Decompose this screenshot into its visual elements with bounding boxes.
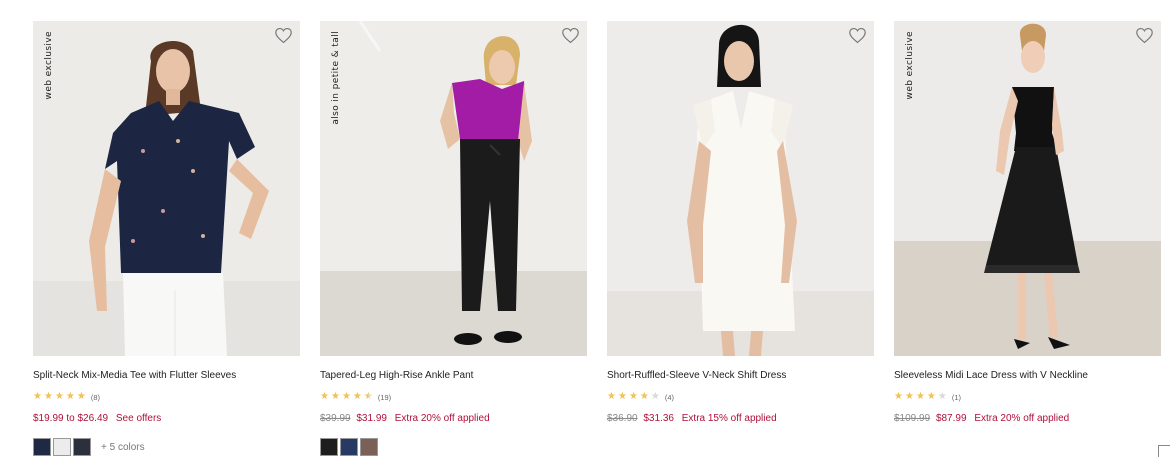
product-grid: web exclusive Split-Neck Mix-Media Tee w… <box>33 21 1161 456</box>
product-price: $19.99 to $26.49 See offers <box>33 413 300 425</box>
star-icon: ★ <box>352 391 362 402</box>
rating-stars: ★ ★ ★ ★ ★ <box>607 392 660 402</box>
sale-price: $87.99 <box>935 413 967 424</box>
sale-price: $31.36 <box>643 413 674 424</box>
review-count: (1) <box>951 392 962 402</box>
original-price: $109.99 <box>894 413 931 424</box>
product-rating: ★ ★ ★ ★ ★ (4) <box>607 392 874 402</box>
star-icon: ★ <box>65 391 75 402</box>
color-swatch[interactable] <box>33 438 51 456</box>
price-range-separator: to <box>66 413 75 424</box>
color-swatch[interactable] <box>320 438 338 456</box>
color-swatch[interactable] <box>360 438 378 456</box>
star-icon: ★ <box>54 391 64 402</box>
heart-outline-icon[interactable] <box>848 27 867 44</box>
badge-label: also in petite & tall <box>331 31 341 125</box>
original-price: $39.99 <box>320 413 351 424</box>
product-photo-pant <box>320 21 587 356</box>
product-name[interactable]: Split-Neck Mix-Media Tee with Flutter Sl… <box>33 370 300 382</box>
star-icon: ★ <box>320 391 329 402</box>
heart-outline-icon[interactable] <box>1135 27 1154 44</box>
color-swatches <box>320 438 587 456</box>
star-icon: ★ <box>894 391 903 402</box>
resize-corner <box>1158 445 1170 457</box>
product-rating: ★ ★ ★ ★ ★ (8) <box>33 392 300 402</box>
rating-stars: ★ ★ ★ ★ ★ <box>33 392 86 402</box>
product-name[interactable]: Short-Ruffled-Sleeve V-Neck Shift Dress <box>607 370 874 382</box>
star-empty-icon: ★ <box>937 391 947 402</box>
star-icon: ★ <box>341 391 351 402</box>
star-empty-icon: ★ <box>650 391 660 402</box>
review-count: (19) <box>377 392 392 402</box>
rating-stars: ★ ★ ★ ★ ★ <box>894 392 947 402</box>
promo-text[interactable]: Extra 20% off applied <box>974 413 1069 424</box>
star-icon: ★ <box>76 391 86 402</box>
product-price: $36.90 $31.36 Extra 15% off applied <box>607 413 874 425</box>
product-rating: ★ ★ ★ ★ ★ (19) <box>320 392 587 402</box>
sale-price: $31.99 <box>356 413 387 424</box>
see-offers-link[interactable]: See offers <box>116 413 161 424</box>
heart-outline-icon[interactable] <box>561 27 580 44</box>
product-image[interactable]: web exclusive <box>33 21 300 356</box>
star-icon: ★ <box>639 391 649 402</box>
product-card: Short-Ruffled-Sleeve V-Neck Shift Dress … <box>607 21 874 456</box>
promo-text[interactable]: Extra 15% off applied <box>682 413 777 424</box>
product-price: $109.99 $87.99 Extra 20% off applied <box>894 413 1161 425</box>
badge-label: web exclusive <box>905 31 915 100</box>
star-icon: ★ <box>926 391 936 402</box>
color-swatch[interactable] <box>340 438 358 456</box>
product-photo-blouse <box>33 21 300 356</box>
product-name[interactable]: Tapered-Leg High-Rise Ankle Pant <box>320 370 587 382</box>
star-icon: ★ <box>617 391 627 402</box>
product-name[interactable]: Sleeveless Midi Lace Dress with V Neckli… <box>894 370 1161 382</box>
original-price: $36.90 <box>607 413 638 424</box>
product-photo-lace-dress <box>894 21 1161 356</box>
product-image[interactable]: also in petite & tall <box>320 21 587 356</box>
star-icon: ★ <box>43 391 53 402</box>
star-half-icon: ★ <box>363 391 373 402</box>
promo-text[interactable]: Extra 20% off applied <box>395 413 490 424</box>
price-low: $19.99 <box>33 413 64 424</box>
product-price: $39.99 $31.99 Extra 20% off applied <box>320 413 587 425</box>
star-icon: ★ <box>915 391 925 402</box>
badge-label: web exclusive <box>44 31 54 100</box>
more-colors-link[interactable]: + 5 colors <box>101 442 145 453</box>
star-icon: ★ <box>330 391 340 402</box>
rating-stars: ★ ★ ★ ★ ★ <box>320 392 373 402</box>
star-icon: ★ <box>33 391 42 402</box>
color-swatch[interactable] <box>73 438 91 456</box>
product-card: web exclusive Sleeveless Midi Lace Dress… <box>894 21 1161 456</box>
product-image[interactable] <box>607 21 874 356</box>
color-swatches: + 5 colors <box>33 438 300 456</box>
color-swatch[interactable] <box>53 438 71 456</box>
heart-outline-icon[interactable] <box>274 27 293 44</box>
star-icon: ★ <box>628 391 638 402</box>
product-image[interactable]: web exclusive <box>894 21 1161 356</box>
star-icon: ★ <box>607 391 616 402</box>
product-card: also in petite & tall Tapered-Leg High-R… <box>320 21 587 456</box>
review-count: (4) <box>664 392 675 402</box>
price-high: $26.49 <box>77 413 109 424</box>
product-photo-shift-dress <box>607 21 874 356</box>
star-icon: ★ <box>904 391 914 402</box>
review-count: (8) <box>90 392 101 402</box>
product-rating: ★ ★ ★ ★ ★ (1) <box>894 392 1161 402</box>
product-card: web exclusive Split-Neck Mix-Media Tee w… <box>33 21 300 456</box>
